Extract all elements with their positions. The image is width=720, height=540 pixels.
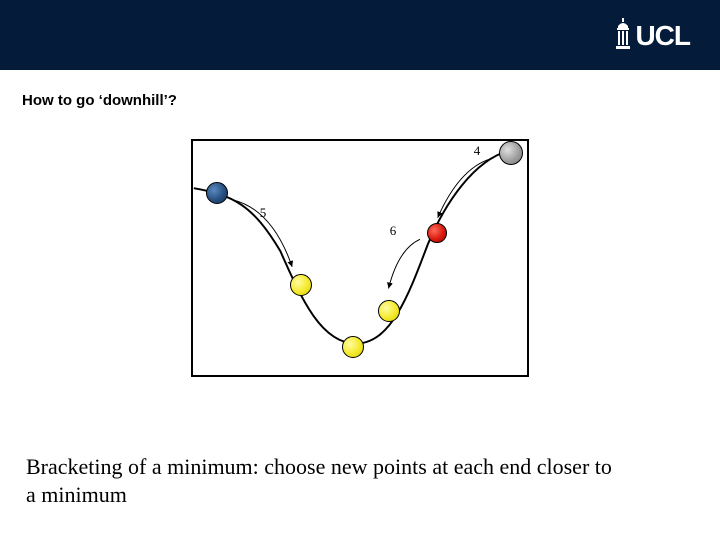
dome-icon [615, 18, 631, 50]
label-5: 5 [260, 205, 267, 221]
label-4: 4 [474, 143, 481, 159]
label-6: 6 [390, 223, 397, 239]
caption-text: Bracketing of a minimum: choose new poin… [26, 453, 626, 508]
ball-step-right [427, 223, 447, 243]
ball-start-right [499, 141, 523, 165]
ball-minimum [342, 336, 364, 358]
ball-step-lower [378, 300, 400, 322]
slide-title: How to go ‘downhill’? [22, 92, 720, 109]
diagram: 4 5 6 [191, 139, 529, 377]
ucl-logo: UCL [615, 18, 690, 50]
ball-start-left [206, 182, 228, 204]
logo-text: UCL [635, 18, 690, 50]
ball-step-left [290, 274, 312, 296]
header-bar: UCL [0, 0, 720, 70]
